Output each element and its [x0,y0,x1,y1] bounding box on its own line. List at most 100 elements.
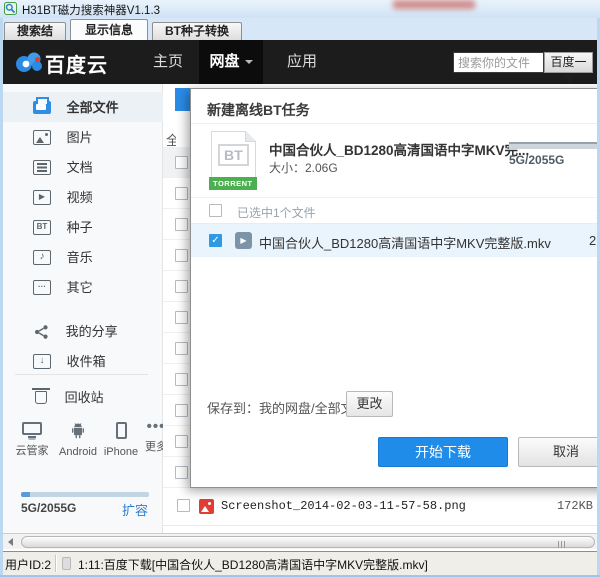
nav-netdisk[interactable]: 网盘 [199,40,263,84]
quota-usage: 5G/2055G [509,153,565,167]
row-checkbox[interactable] [175,156,188,169]
tab-bt-convert[interactable]: BT种子转换 [152,22,242,40]
document-icon [33,160,51,176]
statusbar-item-icon [62,557,71,570]
background-window-blur [393,0,475,9]
torrent-badge-label: TORRENT [209,177,257,190]
start-download-button[interactable]: 开始下载 [378,437,508,467]
sidebar-item-pictures[interactable]: 图片 [3,122,163,152]
sidebar-item-torrents[interactable]: BT 种子 [3,212,163,242]
baidu-cloud-logo-icon [16,52,42,72]
new-offline-bt-task-dialog: 新建离线BT任务 BT TORRENT 中国合伙人_BD1280高清国语中字MK… [190,88,597,488]
music-icon: ♪ [33,250,51,266]
row-checkbox[interactable] [175,218,188,231]
torrent-file-icon: BT TORRENT [209,131,257,190]
tab-search-results[interactable]: 搜索结果 [4,22,66,55]
sidebar-item-documents[interactable]: 文档 [3,152,163,182]
ellipsis-icon: ··· [33,280,51,296]
storage-usage: 5G/2055G [21,501,77,515]
file-list-header: 已选中1个文件 大小 [191,197,597,224]
scrollbar-grip-icon [558,541,567,548]
app-icon [4,2,17,15]
scroll-left-arrow-icon[interactable] [5,537,17,547]
file-name[interactable]: Screenshot_2014-02-03-11-57-58.png [221,499,466,513]
titlebar: H31BT磁力搜索神器V1.1.3 [0,0,600,18]
monitor-icon [22,422,42,438]
background-button-fragment [175,88,191,111]
dialog-title: 新建离线BT任务 [207,102,310,118]
video-icon: ▶ [33,190,51,206]
statusbar-separator [55,555,56,572]
sidebar-item-other[interactable]: ··· 其它 [3,272,163,302]
row-checkbox[interactable] [175,342,188,355]
cancel-button[interactable]: 取消 [518,437,597,467]
status-message: 1:11:百度下载[中国合伙人_BD1280高清国语中字MKV完整版.mkv] [78,558,428,572]
row-checkbox[interactable] [175,373,188,386]
window-border-left [0,18,3,577]
row-checkbox[interactable] [175,249,188,262]
file-size: 172KB [556,499,593,513]
inbox-icon: ↓ [33,354,51,370]
window-title: H31BT磁力搜索神器V1.1.3 [22,5,161,17]
search-submit-button[interactable]: 百度一下 [544,52,593,88]
user-id-label: 用户ID:2 [5,558,52,572]
android-icon [72,423,84,439]
device-iphone[interactable]: iPhone [101,422,141,458]
sidebar-item-music[interactable]: ♪ 音乐 [3,242,163,272]
row-checkbox[interactable] [175,311,188,324]
trash-icon [32,388,50,405]
logo-text[interactable]: 百度云 [45,49,108,78]
torrent-name: 中国合伙人_BD1280高清国语中字MKV完... [269,143,530,158]
sidebar-item-inbox[interactable]: ↓ 收件箱 [3,346,163,376]
bt-badge: BT [218,144,249,166]
row-checkbox[interactable] [175,466,188,479]
file-name: 中国合伙人_BD1280高清国语中字MKV完整版.mkv [259,236,551,251]
sidebar: 全部文件 图片 文档 ▶ 视频 BT 种子 ♪ 音乐 ··· 其它 我的分享 ↓… [3,84,167,533]
size-column-header: 大小 [596,204,597,221]
phone-icon [115,422,127,439]
device-cloud-manager[interactable]: 云管家 [9,422,55,458]
sidebar-item-all-files[interactable]: 全部文件 [3,92,163,122]
partial-filter-tab: 全部文件 [166,133,176,146]
sidebar-item-my-shares[interactable]: 我的分享 [3,316,163,346]
file-size: 2.06G [589,233,597,248]
browser-content: 百度云 主页 网盘 应用 百度一下 全部文件 图片 文档 ▶ 视频 [3,40,597,551]
horizontal-scrollbar[interactable] [3,533,597,549]
device-android[interactable]: Android [55,422,101,458]
picture-icon [33,130,51,146]
row-checkbox[interactable] [175,404,188,417]
file-row-screenshot-png[interactable]: Screenshot_2014-02-03-11-57-58.png 172KB [163,488,597,526]
row-checkbox[interactable] [175,280,188,293]
baidu-header: 百度云 主页 网盘 应用 百度一下 [3,40,597,88]
video-play-icon: ▶ [235,232,252,249]
bt-icon: BT [33,220,51,236]
selected-count-label: 已选中1个文件 [237,206,316,220]
scrollbar-thumb[interactable] [21,536,595,548]
row-checkbox[interactable] [177,499,190,512]
tab-display-info[interactable]: 显示信息 [70,19,148,40]
select-all-checkbox[interactable] [209,204,222,217]
divider [191,123,597,124]
row-checkbox[interactable] [175,435,188,448]
status-bar: 用户ID:2 1:11:百度下载[中国合伙人_BD1280高清国语中字MKV完整… [0,551,600,575]
file-checkbox[interactable]: ✓ [209,234,222,247]
all-files-icon [33,97,51,115]
change-path-button[interactable]: 更改 [346,391,393,417]
share-icon [35,324,48,339]
app-window: H31BT磁力搜索神器V1.1.3 搜索结果 显示信息 BT种子转换 百度云 主… [0,0,600,577]
quota-progress-bar [509,142,597,149]
expand-storage-link[interactable]: 扩容 [122,500,148,519]
selected-file-row[interactable]: ✓ ▶ 中国合伙人_BD1280高清国语中字MKV完整版.mkv 2.06G [191,224,597,257]
torrent-size: 大小：2.06G [269,161,338,175]
nav-apps[interactable]: 应用 [287,40,317,84]
page-fold [246,131,256,141]
nav-home[interactable]: 主页 [153,40,183,84]
image-file-icon [199,499,214,514]
sidebar-item-recycle-bin[interactable]: 回收站 [3,382,163,412]
chevron-down-icon [244,60,253,65]
file-search-input[interactable] [453,52,544,73]
sidebar-item-videos[interactable]: ▶ 视频 [3,182,163,212]
sidebar-divider [15,374,148,375]
row-checkbox[interactable] [175,187,188,200]
storage-progress-bar [21,492,149,497]
